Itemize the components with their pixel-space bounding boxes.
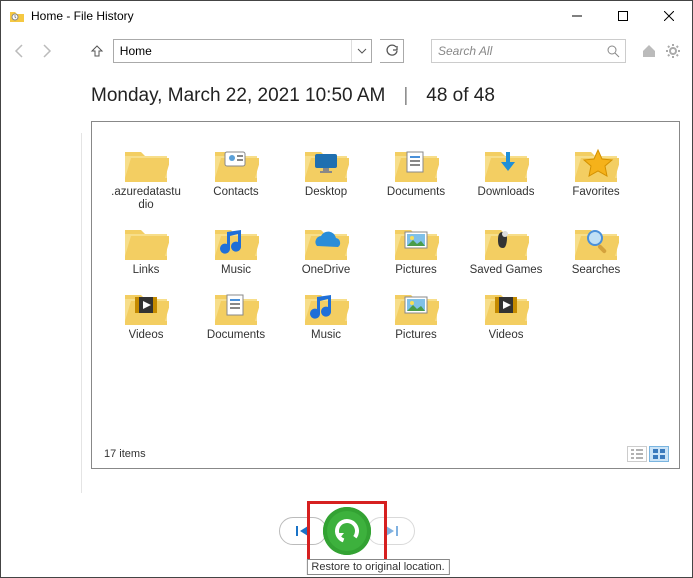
folder-label: OneDrive bbox=[302, 264, 351, 277]
search-bar[interactable] bbox=[431, 39, 626, 63]
folder-icon bbox=[483, 220, 529, 260]
folder-label: .azuredatastudio bbox=[108, 186, 184, 212]
folder-icon bbox=[123, 142, 169, 182]
back-button[interactable] bbox=[11, 41, 29, 61]
folder-icon bbox=[303, 285, 349, 325]
toolbar bbox=[1, 31, 692, 71]
folder-icon bbox=[483, 285, 529, 325]
previous-version-button[interactable] bbox=[279, 517, 327, 545]
address-dropdown-icon[interactable] bbox=[351, 40, 371, 62]
window: Home - File History bbox=[0, 0, 693, 578]
folder-item[interactable]: Pictures bbox=[376, 283, 456, 344]
address-bar[interactable] bbox=[113, 39, 373, 63]
folder-icon bbox=[303, 142, 349, 182]
address-input[interactable] bbox=[114, 44, 352, 58]
folder-item[interactable]: Downloads bbox=[466, 140, 546, 214]
folder-icon bbox=[573, 142, 619, 182]
maximize-button[interactable] bbox=[600, 1, 646, 31]
separator: | bbox=[403, 85, 408, 107]
folder-item[interactable]: Saved Games bbox=[466, 218, 546, 279]
folder-icon bbox=[573, 220, 619, 260]
forward-button[interactable] bbox=[37, 41, 55, 61]
folder-icon bbox=[123, 285, 169, 325]
folder-label: Videos bbox=[489, 329, 524, 342]
folder-item[interactable]: Pictures bbox=[376, 218, 456, 279]
folder-label: Documents bbox=[387, 186, 445, 199]
folder-label: Pictures bbox=[395, 264, 437, 277]
details-view-button[interactable] bbox=[627, 446, 647, 462]
search-icon[interactable] bbox=[601, 44, 625, 58]
folder-item[interactable]: Links bbox=[106, 218, 186, 279]
folder-item[interactable]: .azuredatastudio bbox=[106, 140, 186, 214]
folder-item[interactable]: Contacts bbox=[196, 140, 276, 214]
folder-label: Videos bbox=[129, 329, 164, 342]
folder-label: Downloads bbox=[478, 186, 535, 199]
folder-label: Desktop bbox=[305, 186, 347, 199]
folder-label: Links bbox=[133, 264, 160, 277]
folder-item[interactable]: Favorites bbox=[556, 140, 636, 214]
folder-icon bbox=[393, 142, 439, 182]
folder-icon bbox=[303, 220, 349, 260]
folder-icon bbox=[483, 142, 529, 182]
home-icon[interactable] bbox=[640, 42, 658, 60]
snapshot-counter: 48 of 48 bbox=[426, 85, 495, 107]
snapshot-header: Monday, March 22, 2021 10:50 AM | 48 of … bbox=[91, 79, 680, 121]
folder-item[interactable]: Documents bbox=[376, 140, 456, 214]
playback-controls bbox=[279, 507, 415, 555]
folder-icon bbox=[393, 285, 439, 325]
icons-view-button[interactable] bbox=[649, 446, 669, 462]
close-button[interactable] bbox=[646, 1, 692, 31]
folder-label: Searches bbox=[572, 264, 621, 277]
folder-item[interactable]: Searches bbox=[556, 218, 636, 279]
gear-icon[interactable] bbox=[664, 42, 682, 60]
folder-item[interactable]: OneDrive bbox=[286, 218, 366, 279]
folder-label: Saved Games bbox=[470, 264, 543, 277]
folder-item[interactable]: Desktop bbox=[286, 140, 366, 214]
restore-button[interactable] bbox=[323, 507, 371, 555]
file-panel: .azuredatastudio Contacts Desktop Docume… bbox=[91, 121, 680, 469]
folder-item[interactable]: Documents bbox=[196, 283, 276, 344]
folder-label: Music bbox=[221, 264, 251, 277]
minimize-button[interactable] bbox=[554, 1, 600, 31]
window-title: Home - File History bbox=[31, 9, 134, 23]
folder-grid: .azuredatastudio Contacts Desktop Docume… bbox=[106, 140, 665, 344]
refresh-button[interactable] bbox=[380, 39, 403, 63]
folder-label: Music bbox=[311, 329, 341, 342]
tooltip: Restore to original location. bbox=[306, 559, 449, 575]
folder-label: Pictures bbox=[395, 329, 437, 342]
search-input[interactable] bbox=[432, 44, 601, 58]
folder-label: Contacts bbox=[213, 186, 258, 199]
folder-icon bbox=[213, 142, 259, 182]
next-version-button[interactable] bbox=[367, 517, 415, 545]
folder-icon bbox=[213, 285, 259, 325]
folder-icon bbox=[393, 220, 439, 260]
folder-icon bbox=[213, 220, 259, 260]
folder-label: Favorites bbox=[572, 186, 619, 199]
folder-item[interactable]: Music bbox=[286, 283, 366, 344]
folder-item[interactable]: Videos bbox=[106, 283, 186, 344]
snapshot-datetime: Monday, March 22, 2021 10:50 AM bbox=[91, 85, 385, 107]
folder-label: Documents bbox=[207, 329, 265, 342]
item-count: 17 items bbox=[104, 448, 146, 460]
left-divider bbox=[81, 133, 82, 493]
up-button[interactable] bbox=[89, 42, 105, 60]
titlebar: Home - File History bbox=[1, 1, 692, 31]
folder-icon bbox=[123, 220, 169, 260]
folder-item[interactable]: Music bbox=[196, 218, 276, 279]
app-icon bbox=[9, 8, 25, 24]
folder-item[interactable]: Videos bbox=[466, 283, 546, 344]
